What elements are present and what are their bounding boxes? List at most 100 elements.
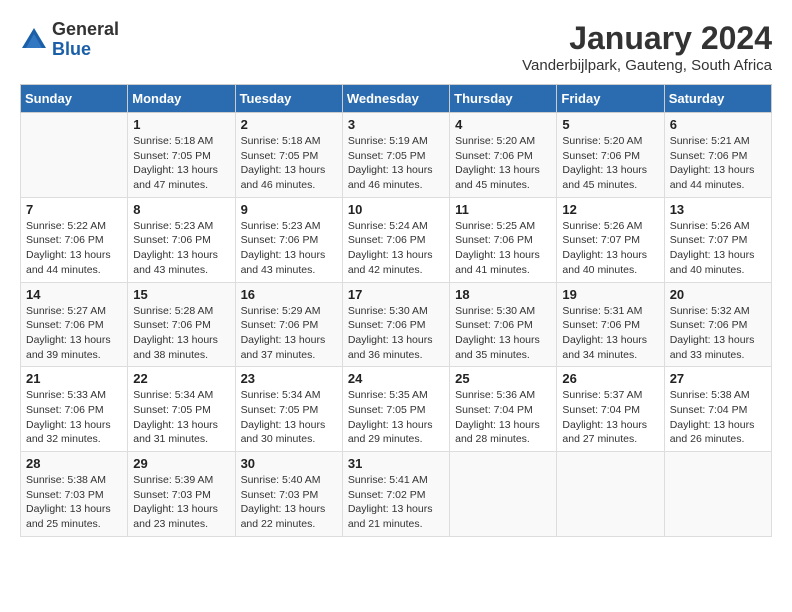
calendar-cell: 5 Sunrise: 5:20 AMSunset: 7:06 PMDaylight… xyxy=(557,113,664,198)
calendar-cell: 25 Sunrise: 5:36 AMSunset: 7:04 PMDayligh… xyxy=(450,367,557,452)
header-day-thursday: Thursday xyxy=(450,85,557,113)
header-day-friday: Friday xyxy=(557,85,664,113)
week-row-3: 14 Sunrise: 5:27 AMSunset: 7:06 PMDayligh… xyxy=(21,282,772,367)
day-number: 22 xyxy=(133,371,229,386)
day-info: Sunrise: 5:19 AMSunset: 7:05 PMDaylight:… xyxy=(348,134,444,193)
day-info: Sunrise: 5:20 AMSunset: 7:06 PMDaylight:… xyxy=(562,134,658,193)
calendar-cell: 30 Sunrise: 5:40 AMSunset: 7:03 PMDayligh… xyxy=(235,452,342,537)
day-number: 3 xyxy=(348,117,444,132)
day-number: 27 xyxy=(670,371,766,386)
day-info: Sunrise: 5:22 AMSunset: 7:06 PMDaylight:… xyxy=(26,219,122,278)
calendar-cell: 19Sunrise: 5:31 AMSunset: 7:06 PMDayligh… xyxy=(557,282,664,367)
day-info: Sunrise: 5:23 AMSunset: 7:06 PMDaylight:… xyxy=(241,219,337,278)
calendar-cell: 2Sunrise: 5:18 AMSunset: 7:05 PMDaylight… xyxy=(235,113,342,198)
calendar-cell: 31Sunrise: 5:41 AMSunset: 7:02 PMDayligh… xyxy=(342,452,449,537)
day-info: Sunrise: 5:38 AMSunset: 7:03 PMDaylight:… xyxy=(26,473,122,532)
calendar-cell xyxy=(21,113,128,198)
calendar-cell: 15Sunrise: 5:28 AMSunset: 7:06 PMDayligh… xyxy=(128,282,235,367)
calendar-cell: 27Sunrise: 5:38 AMSunset: 7:04 PMDayligh… xyxy=(664,367,771,452)
week-row-4: 21 Sunrise: 5:33 AMSunset: 7:06 PMDayligh… xyxy=(21,367,772,452)
calendar-cell: 14 Sunrise: 5:27 AMSunset: 7:06 PMDayligh… xyxy=(21,282,128,367)
day-number: 4 xyxy=(455,117,551,132)
logo-general-text: General xyxy=(52,20,119,40)
calendar-cell: 21 Sunrise: 5:33 AMSunset: 7:06 PMDayligh… xyxy=(21,367,128,452)
week-row-5: 28 Sunrise: 5:38 AMSunset: 7:03 PMDayligh… xyxy=(21,452,772,537)
general-blue-icon xyxy=(20,26,48,54)
day-info: Sunrise: 5:21 AMSunset: 7:06 PMDaylight:… xyxy=(670,134,766,193)
day-info: Sunrise: 5:24 AMSunset: 7:06 PMDaylight:… xyxy=(348,219,444,278)
calendar-cell: 29 Sunrise: 5:39 AMSunset: 7:03 PMDayligh… xyxy=(128,452,235,537)
day-info: Sunrise: 5:23 AMSunset: 7:06 PMDaylight:… xyxy=(133,219,229,278)
calendar-header: SundayMondayTuesdayWednesdayThursdayFrid… xyxy=(21,85,772,113)
day-number: 18 xyxy=(455,287,551,302)
calendar-cell: 17 Sunrise: 5:30 AMSunset: 7:06 PMDayligh… xyxy=(342,282,449,367)
day-info: Sunrise: 5:29 AMSunset: 7:06 PMDaylight:… xyxy=(241,304,337,363)
day-info: Sunrise: 5:34 AMSunset: 7:05 PMDaylight:… xyxy=(133,388,229,447)
day-number: 6 xyxy=(670,117,766,132)
month-title: January 2024 xyxy=(522,20,772,57)
calendar-cell: 3 Sunrise: 5:19 AMSunset: 7:05 PMDaylight… xyxy=(342,113,449,198)
week-row-2: 7 Sunrise: 5:22 AMSunset: 7:06 PMDaylight… xyxy=(21,197,772,282)
day-info: Sunrise: 5:31 AMSunset: 7:06 PMDaylight:… xyxy=(562,304,658,363)
day-number: 5 xyxy=(562,117,658,132)
header-day-sunday: Sunday xyxy=(21,85,128,113)
day-info: Sunrise: 5:34 AMSunset: 7:05 PMDaylight:… xyxy=(241,388,337,447)
day-number: 1 xyxy=(133,117,229,132)
calendar-cell: 13 Sunrise: 5:26 AMSunset: 7:07 PMDayligh… xyxy=(664,197,771,282)
header-day-monday: Monday xyxy=(128,85,235,113)
day-number: 29 xyxy=(133,456,229,471)
calendar-cell xyxy=(557,452,664,537)
calendar-cell: 16 Sunrise: 5:29 AMSunset: 7:06 PMDayligh… xyxy=(235,282,342,367)
header-day-tuesday: Tuesday xyxy=(235,85,342,113)
calendar-cell: 11Sunrise: 5:25 AMSunset: 7:06 PMDayligh… xyxy=(450,197,557,282)
calendar-cell: 12 Sunrise: 5:26 AMSunset: 7:07 PMDayligh… xyxy=(557,197,664,282)
calendar-cell: 7 Sunrise: 5:22 AMSunset: 7:06 PMDaylight… xyxy=(21,197,128,282)
calendar-cell xyxy=(664,452,771,537)
day-info: Sunrise: 5:18 AMSunset: 7:05 PMDaylight:… xyxy=(133,134,229,193)
day-number: 14 xyxy=(26,287,122,302)
day-info: Sunrise: 5:30 AMSunset: 7:06 PMDaylight:… xyxy=(348,304,444,363)
day-number: 21 xyxy=(26,371,122,386)
calendar-cell: 9Sunrise: 5:23 AMSunset: 7:06 PMDaylight… xyxy=(235,197,342,282)
day-info: Sunrise: 5:35 AMSunset: 7:05 PMDaylight:… xyxy=(348,388,444,447)
calendar-table: SundayMondayTuesdayWednesdayThursdayFrid… xyxy=(20,84,772,537)
day-info: Sunrise: 5:37 AMSunset: 7:04 PMDaylight:… xyxy=(562,388,658,447)
calendar-cell: 4 Sunrise: 5:20 AMSunset: 7:06 PMDaylight… xyxy=(450,113,557,198)
day-info: Sunrise: 5:32 AMSunset: 7:06 PMDaylight:… xyxy=(670,304,766,363)
page-header: General Blue January 2024 Vanderbijlpark… xyxy=(20,20,772,74)
calendar-cell: 20Sunrise: 5:32 AMSunset: 7:06 PMDayligh… xyxy=(664,282,771,367)
day-info: Sunrise: 5:26 AMSunset: 7:07 PMDaylight:… xyxy=(670,219,766,278)
header-day-saturday: Saturday xyxy=(664,85,771,113)
calendar-cell: 10 Sunrise: 5:24 AMSunset: 7:06 PMDayligh… xyxy=(342,197,449,282)
day-number: 24 xyxy=(348,371,444,386)
calendar-cell: 8 Sunrise: 5:23 AMSunset: 7:06 PMDaylight… xyxy=(128,197,235,282)
calendar-body: 1 Sunrise: 5:18 AMSunset: 7:05 PMDaylight… xyxy=(21,113,772,537)
day-number: 13 xyxy=(670,202,766,217)
day-info: Sunrise: 5:36 AMSunset: 7:04 PMDaylight:… xyxy=(455,388,551,447)
day-info: Sunrise: 5:20 AMSunset: 7:06 PMDaylight:… xyxy=(455,134,551,193)
title-block: January 2024 Vanderbijlpark, Gauteng, So… xyxy=(522,20,772,74)
day-number: 26 xyxy=(562,371,658,386)
day-number: 16 xyxy=(241,287,337,302)
day-number: 17 xyxy=(348,287,444,302)
calendar-cell: 26 Sunrise: 5:37 AMSunset: 7:04 PMDayligh… xyxy=(557,367,664,452)
logo: General Blue xyxy=(20,20,119,60)
calendar-cell: 28 Sunrise: 5:38 AMSunset: 7:03 PMDayligh… xyxy=(21,452,128,537)
day-info: Sunrise: 5:40 AMSunset: 7:03 PMDaylight:… xyxy=(241,473,337,532)
day-number: 12 xyxy=(562,202,658,217)
calendar-cell: 23Sunrise: 5:34 AMSunset: 7:05 PMDayligh… xyxy=(235,367,342,452)
day-info: Sunrise: 5:27 AMSunset: 7:06 PMDaylight:… xyxy=(26,304,122,363)
day-number: 10 xyxy=(348,202,444,217)
day-info: Sunrise: 5:41 AMSunset: 7:02 PMDaylight:… xyxy=(348,473,444,532)
day-number: 28 xyxy=(26,456,122,471)
day-number: 8 xyxy=(133,202,229,217)
day-number: 7 xyxy=(26,202,122,217)
day-number: 25 xyxy=(455,371,551,386)
logo-blue-text: Blue xyxy=(52,40,119,60)
day-info: Sunrise: 5:28 AMSunset: 7:06 PMDaylight:… xyxy=(133,304,229,363)
day-info: Sunrise: 5:39 AMSunset: 7:03 PMDaylight:… xyxy=(133,473,229,532)
day-info: Sunrise: 5:33 AMSunset: 7:06 PMDaylight:… xyxy=(26,388,122,447)
day-number: 2 xyxy=(241,117,337,132)
day-info: Sunrise: 5:26 AMSunset: 7:07 PMDaylight:… xyxy=(562,219,658,278)
day-number: 30 xyxy=(241,456,337,471)
